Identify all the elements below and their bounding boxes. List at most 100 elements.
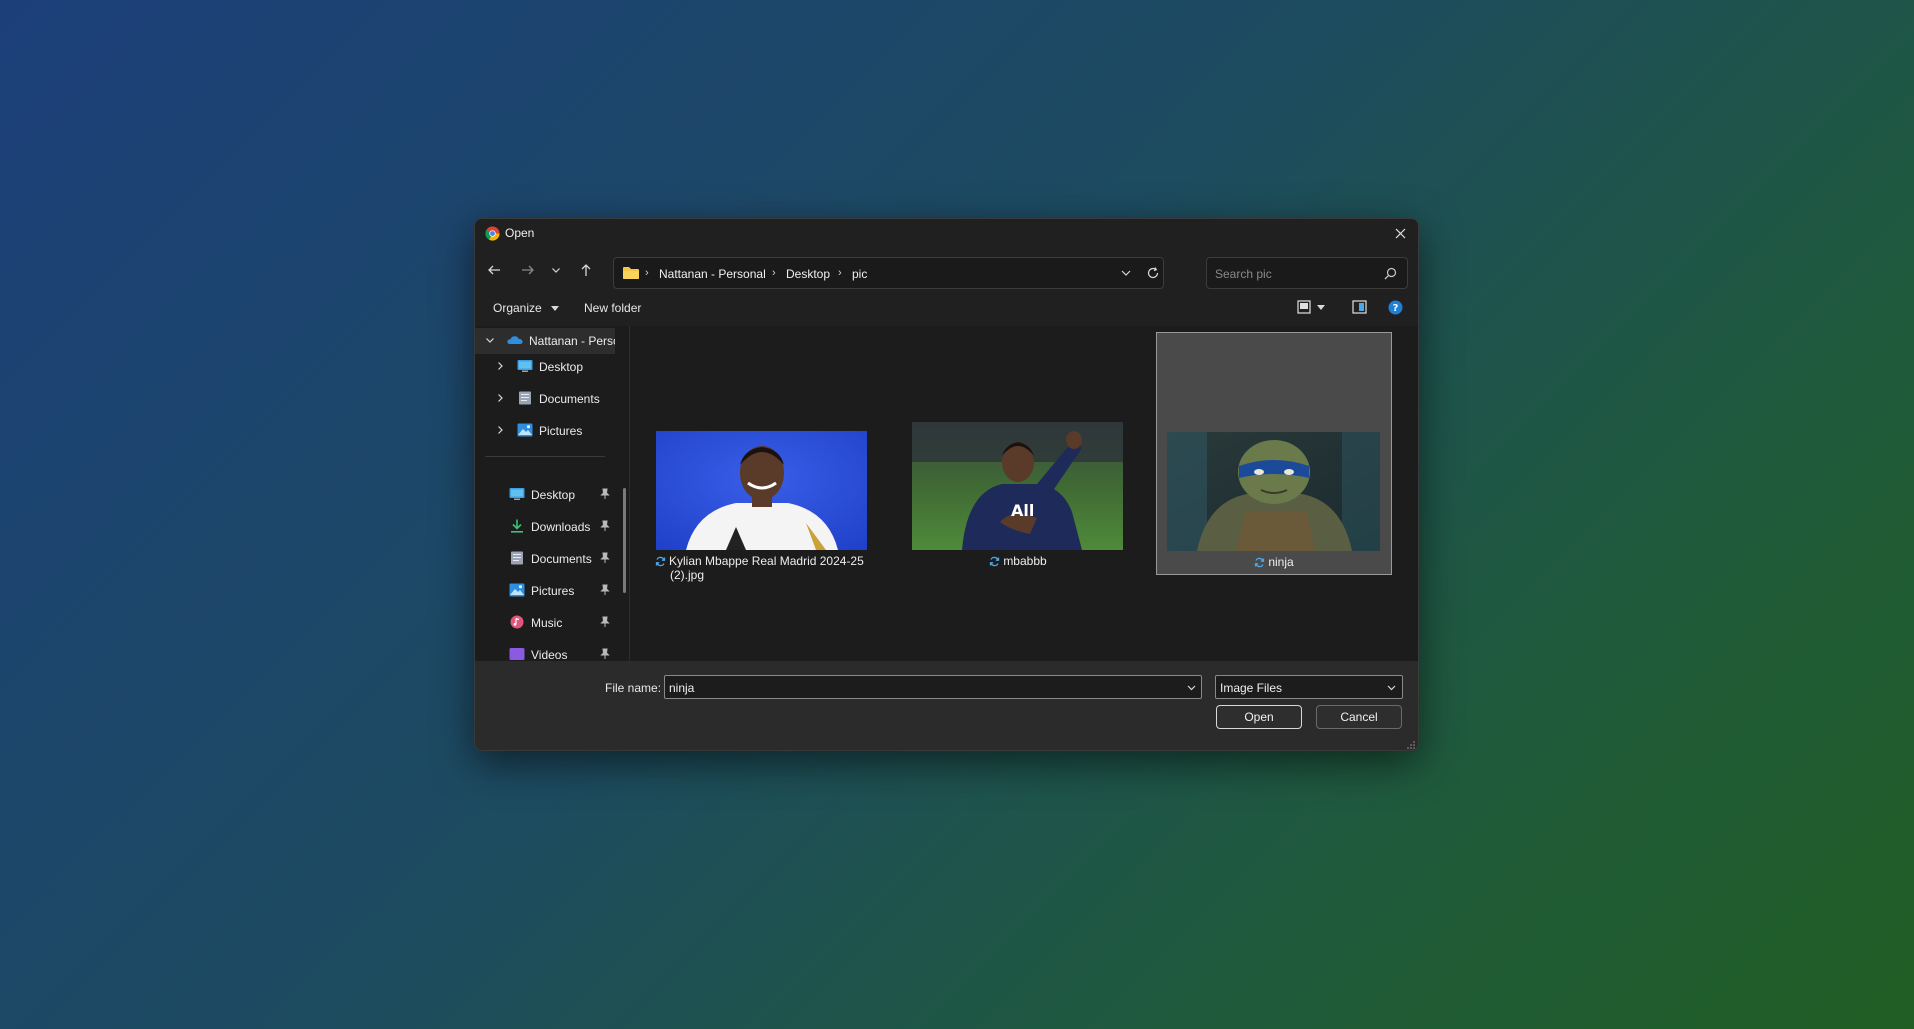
- downloads-icon: [511, 519, 523, 533]
- forward-button[interactable]: [517, 259, 539, 281]
- pin-icon[interactable]: [600, 584, 610, 596]
- pictures-icon: [509, 583, 525, 597]
- quick-access-downloads[interactable]: Downloads: [475, 514, 615, 540]
- chevron-down-icon: [1387, 685, 1396, 691]
- sidebar-item-pictures[interactable]: Pictures: [475, 418, 615, 444]
- file-name: Kylian Mbappe Real Madrid 2024-25 (2).jp…: [649, 554, 879, 582]
- quick-access-videos[interactable]: Videos: [475, 642, 615, 661]
- breadcrumb-desktop[interactable]: Desktop: [786, 267, 830, 281]
- search-placeholder: Search pic: [1215, 267, 1272, 281]
- quick-access-desktop[interactable]: Desktop: [475, 482, 615, 508]
- title-bar: Open: [475, 219, 1418, 247]
- up-arrow-icon: [581, 264, 591, 276]
- svg-text:All: All: [1011, 501, 1034, 520]
- file-item[interactable]: Kylian Mbappe Real Madrid 2024-25 (2).jp…: [643, 332, 879, 582]
- file-list: Kylian Mbappe Real Madrid 2024-25 (2).jp…: [630, 326, 1418, 661]
- quick-access-label: Videos: [531, 648, 568, 661]
- sidebar-item-label: Nattanan - Personal: [529, 334, 615, 348]
- close-button[interactable]: [1382, 219, 1418, 247]
- svg-text:?: ?: [1393, 303, 1399, 314]
- quick-access-music[interactable]: Music: [475, 610, 615, 636]
- search-icon: [1384, 267, 1397, 280]
- music-icon: [510, 615, 524, 629]
- close-icon: [1395, 228, 1405, 238]
- quick-access-label: Downloads: [531, 520, 591, 534]
- help-icon[interactable]: ?: [1388, 300, 1403, 315]
- file-name-label: File name:: [605, 681, 662, 695]
- address-bar[interactable]: › Nattanan - Personal › Desktop › pic: [613, 257, 1164, 289]
- onedrive-cloud-icon: [507, 336, 523, 344]
- command-toolbar: Organize New folder ?: [475, 291, 1418, 326]
- sidebar-item-onedrive[interactable]: Nattanan - Personal: [475, 328, 615, 354]
- pin-icon[interactable]: [600, 616, 610, 628]
- file-item-selected[interactable]: ninja: [1156, 332, 1392, 575]
- new-folder-button[interactable]: New folder: [584, 301, 641, 315]
- chrome-icon: [485, 226, 500, 241]
- file-type-value: Image Files: [1220, 681, 1283, 695]
- recent-locations-button[interactable]: [545, 259, 567, 281]
- file-type-select[interactable]: Image Files: [1215, 675, 1403, 699]
- sidebar-item-label: Pictures: [539, 424, 583, 438]
- desktop-icon: [509, 488, 525, 500]
- breadcrumb-separator: ›: [838, 267, 842, 279]
- sidebar-item-documents[interactable]: Documents: [475, 386, 615, 412]
- collapsed-chevron-icon[interactable]: [495, 425, 505, 435]
- file-item[interactable]: All mbabbb: [900, 332, 1136, 575]
- collapsed-chevron-icon[interactable]: [495, 393, 505, 403]
- organize-label: Organize: [493, 301, 542, 315]
- pin-icon[interactable]: [600, 488, 610, 500]
- chevron-down-icon: [552, 268, 560, 273]
- folder-icon: [623, 267, 639, 279]
- back-arrow-icon: [488, 265, 500, 275]
- address-history-chevron-icon[interactable]: [1120, 267, 1132, 279]
- forward-arrow-icon: [522, 265, 534, 275]
- preview-pane-icon[interactable]: [1352, 300, 1367, 314]
- file-name-text: mbabbb: [1003, 554, 1047, 568]
- quick-access-documents[interactable]: Documents: [475, 546, 615, 572]
- back-button[interactable]: [483, 259, 505, 281]
- collapsed-chevron-icon[interactable]: [495, 361, 505, 371]
- expanded-chevron-icon[interactable]: [485, 335, 495, 345]
- file-name-line2: (2).jpg: [670, 568, 705, 582]
- breadcrumb-nattanan[interactable]: Nattanan - Personal: [659, 267, 766, 281]
- open-file-dialog: Open › Nattanan - Personal › Desktop › p…: [474, 218, 1419, 751]
- view-options-caret-icon[interactable]: [1317, 305, 1325, 310]
- breadcrumb-separator: ›: [645, 267, 649, 279]
- quick-access-label: Documents: [531, 552, 592, 566]
- navigation-pane: Nattanan - Personal Desktop D: [475, 326, 623, 661]
- navigation-bar: › Nattanan - Personal › Desktop › pic Se…: [475, 247, 1418, 291]
- file-name-field[interactable]: ninja: [664, 675, 1202, 699]
- refresh-icon[interactable]: [1146, 266, 1160, 280]
- sidebar-item-label: Documents: [539, 392, 600, 406]
- breadcrumb-separator: ›: [772, 267, 776, 279]
- sync-icon: [990, 556, 1000, 567]
- up-button[interactable]: [575, 259, 597, 281]
- quick-access-label: Desktop: [531, 488, 576, 502]
- file-name-line1: Kylian Mbappe Real Madrid 2024-25: [669, 554, 864, 568]
- documents-icon: [511, 551, 523, 565]
- file-name-value: ninja: [669, 681, 695, 695]
- dialog-footer: File name: ninja Image Files Open Cancel: [475, 661, 1418, 750]
- videos-icon: [509, 648, 525, 660]
- sidebar-item-desktop[interactable]: Desktop: [475, 354, 615, 380]
- breadcrumb-pic[interactable]: pic: [852, 267, 867, 281]
- documents-icon: [519, 391, 531, 405]
- organize-menu-button[interactable]: Organize: [493, 301, 560, 315]
- sidebar-item-label: Desktop: [539, 360, 584, 374]
- sidebar-scrollbar[interactable]: [623, 488, 626, 593]
- quick-access-pictures[interactable]: Pictures: [475, 578, 615, 604]
- cancel-button[interactable]: Cancel: [1316, 705, 1402, 729]
- quick-access-label: Pictures: [531, 584, 575, 598]
- change-view-icon[interactable]: [1297, 300, 1311, 314]
- chevron-down-icon[interactable]: [1186, 682, 1197, 693]
- pin-icon[interactable]: [600, 552, 610, 564]
- resize-grip-icon[interactable]: [1407, 741, 1415, 749]
- search-input[interactable]: Search pic: [1206, 257, 1408, 289]
- window-title: Open: [505, 226, 535, 240]
- file-thumbnail: [656, 431, 867, 550]
- pin-icon[interactable]: [600, 648, 610, 660]
- pin-icon[interactable]: [600, 520, 610, 532]
- sync-icon: [1255, 557, 1265, 568]
- file-thumbnail: All: [912, 422, 1123, 550]
- open-button[interactable]: Open: [1216, 705, 1302, 729]
